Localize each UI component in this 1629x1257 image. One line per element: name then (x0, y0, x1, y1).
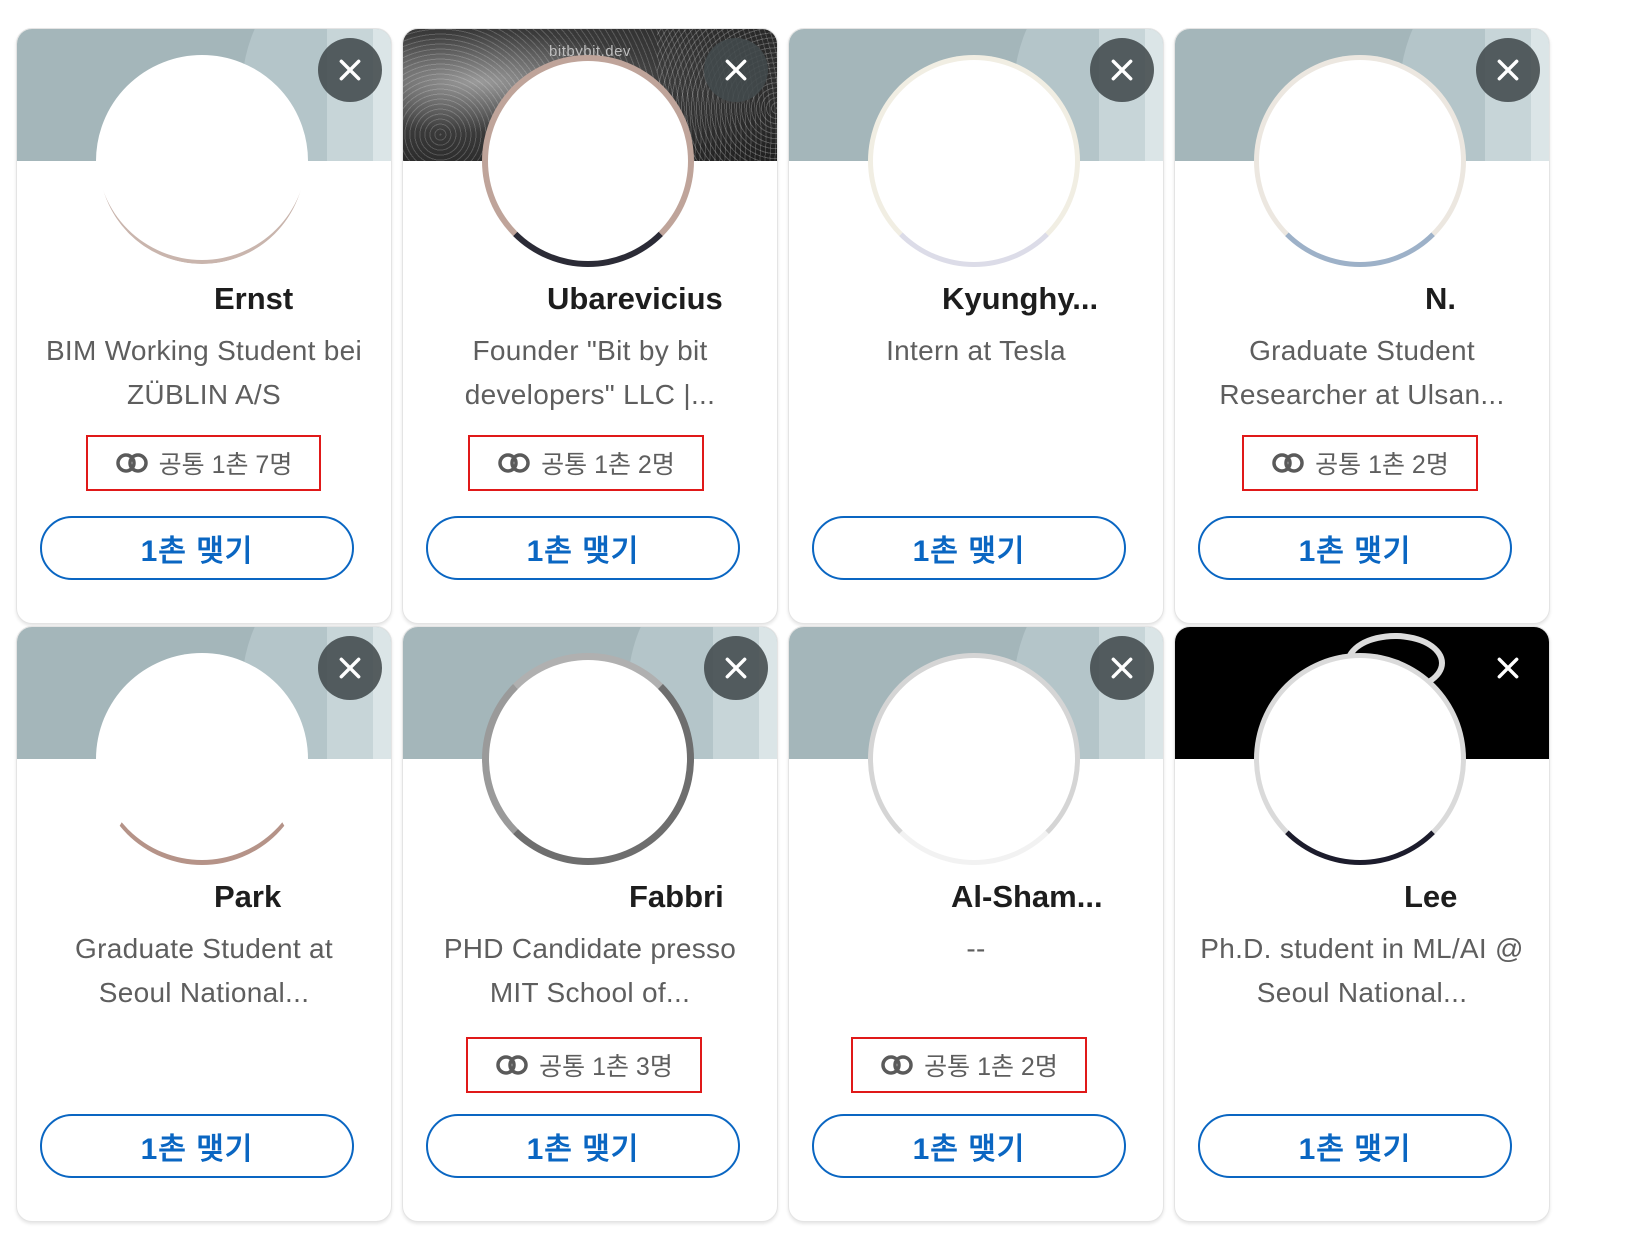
close-icon (725, 59, 747, 81)
mutual-connections-label: 공통 1촌 2명 (541, 451, 675, 479)
close-icon (339, 657, 361, 679)
dismiss-button[interactable] (1476, 38, 1540, 102)
profile-headline: BIM Working Student bei ZÜBLIN A/S (45, 335, 363, 410)
dismiss-button[interactable] (1090, 38, 1154, 102)
close-icon (1111, 657, 1133, 679)
dismiss-button[interactable] (704, 38, 768, 102)
close-icon (1497, 59, 1519, 81)
mutual-connections[interactable]: 공통 1촌 2명 (851, 1037, 1087, 1093)
dismiss-button[interactable] (1476, 636, 1540, 700)
dismiss-button[interactable] (318, 636, 382, 700)
profile-headline: Graduate Student Researcher at Ulsan... (1219, 335, 1505, 410)
connect-button[interactable]: 1촌 맺기 (40, 1114, 354, 1178)
mutual-connections-icon (881, 1055, 913, 1075)
profile-card[interactable]: Fabbri PHD Candidate presso MIT School o… (402, 626, 778, 1222)
mutual-connections-icon (496, 1055, 528, 1075)
mutual-connections-label: 공통 1촌 7명 (158, 451, 293, 479)
avatar[interactable] (868, 55, 1080, 267)
avatar[interactable] (482, 653, 694, 865)
profile-card[interactable]: Ernst BIM Working Student bei ZÜBLIN A/S… (16, 28, 392, 624)
mutual-connections-icon (1272, 453, 1304, 473)
profile-headline: Graduate Student at Seoul National... (75, 933, 333, 1008)
mutual-connections-icon (498, 453, 530, 473)
profile-name[interactable]: Ubarevicius (419, 281, 761, 317)
profile-name[interactable]: Ernst (33, 281, 375, 317)
avatar[interactable] (96, 55, 308, 267)
profile-card[interactable]: N. Graduate Student Researcher at Ulsan.… (1174, 28, 1550, 624)
connect-button[interactable]: 1촌 맺기 (812, 516, 1126, 580)
mutual-connections[interactable]: 공통 1촌 7명 (86, 435, 321, 491)
connect-button[interactable]: 1촌 맺기 (40, 516, 354, 580)
mutual-connections-label: 공통 1촌 3명 (539, 1053, 673, 1081)
mutual-connections-icon (115, 453, 148, 473)
close-icon (339, 59, 361, 81)
mutual-connections-label: 공통 1촌 2명 (1315, 451, 1449, 479)
profile-headline: PHD Candidate presso MIT School of... (443, 933, 737, 1008)
profile-card[interactable]: Al-Sham... -- 공통 1촌 2명 1촌 맺기 (788, 626, 1164, 1222)
close-icon (1497, 657, 1519, 679)
profile-name[interactable]: Kyunghy... (805, 281, 1147, 317)
avatar[interactable] (482, 55, 694, 267)
connect-button[interactable]: 1촌 맺기 (426, 1114, 740, 1178)
profile-name[interactable]: Lee (1191, 879, 1533, 915)
mutual-connections[interactable]: 공통 1촌 3명 (466, 1037, 702, 1093)
profile-card[interactable]: Park Graduate Student at Seoul National.… (16, 626, 392, 1222)
profile-name[interactable]: Park (33, 879, 375, 915)
profile-name[interactable]: Al-Sham... (805, 879, 1147, 915)
dismiss-button[interactable] (704, 636, 768, 700)
avatar[interactable] (1254, 55, 1466, 267)
mutual-connections[interactable]: 공통 1촌 2명 (1242, 435, 1478, 491)
avatar[interactable] (868, 653, 1080, 865)
profile-name[interactable]: N. (1191, 281, 1533, 317)
close-icon (725, 657, 747, 679)
connect-button[interactable]: 1촌 맺기 (1198, 1114, 1512, 1178)
profile-name[interactable]: Fabbri (419, 879, 761, 915)
profile-headline: Ph.D. student in ML/AI @ Seoul National.… (1200, 933, 1524, 1008)
dismiss-button[interactable] (1090, 636, 1154, 700)
avatar[interactable] (1254, 653, 1466, 865)
avatar[interactable] (96, 653, 308, 865)
profile-headline: Intern at Tesla (886, 335, 1066, 366)
close-icon (1111, 59, 1133, 81)
mutual-connections[interactable]: 공통 1촌 2명 (468, 435, 704, 491)
profile-headline: -- (966, 933, 986, 964)
connect-button[interactable]: 1촌 맺기 (426, 516, 740, 580)
connect-button[interactable]: 1촌 맺기 (812, 1114, 1126, 1178)
profile-card[interactable]: Kyunghy... Intern at Tesla 1촌 맺기 (788, 28, 1164, 624)
connect-button[interactable]: 1촌 맺기 (1198, 516, 1512, 580)
mutual-connections-label: 공통 1촌 2명 (924, 1053, 1058, 1081)
profile-headline: Founder "Bit by bit developers" LLC |... (464, 335, 716, 410)
dismiss-button[interactable] (318, 38, 382, 102)
profile-card[interactable]: Lee Ph.D. student in ML/AI @ Seoul Natio… (1174, 626, 1550, 1222)
profile-card[interactable]: bitbybit.dev Ubarevicius Founder "Bit by… (402, 28, 778, 624)
